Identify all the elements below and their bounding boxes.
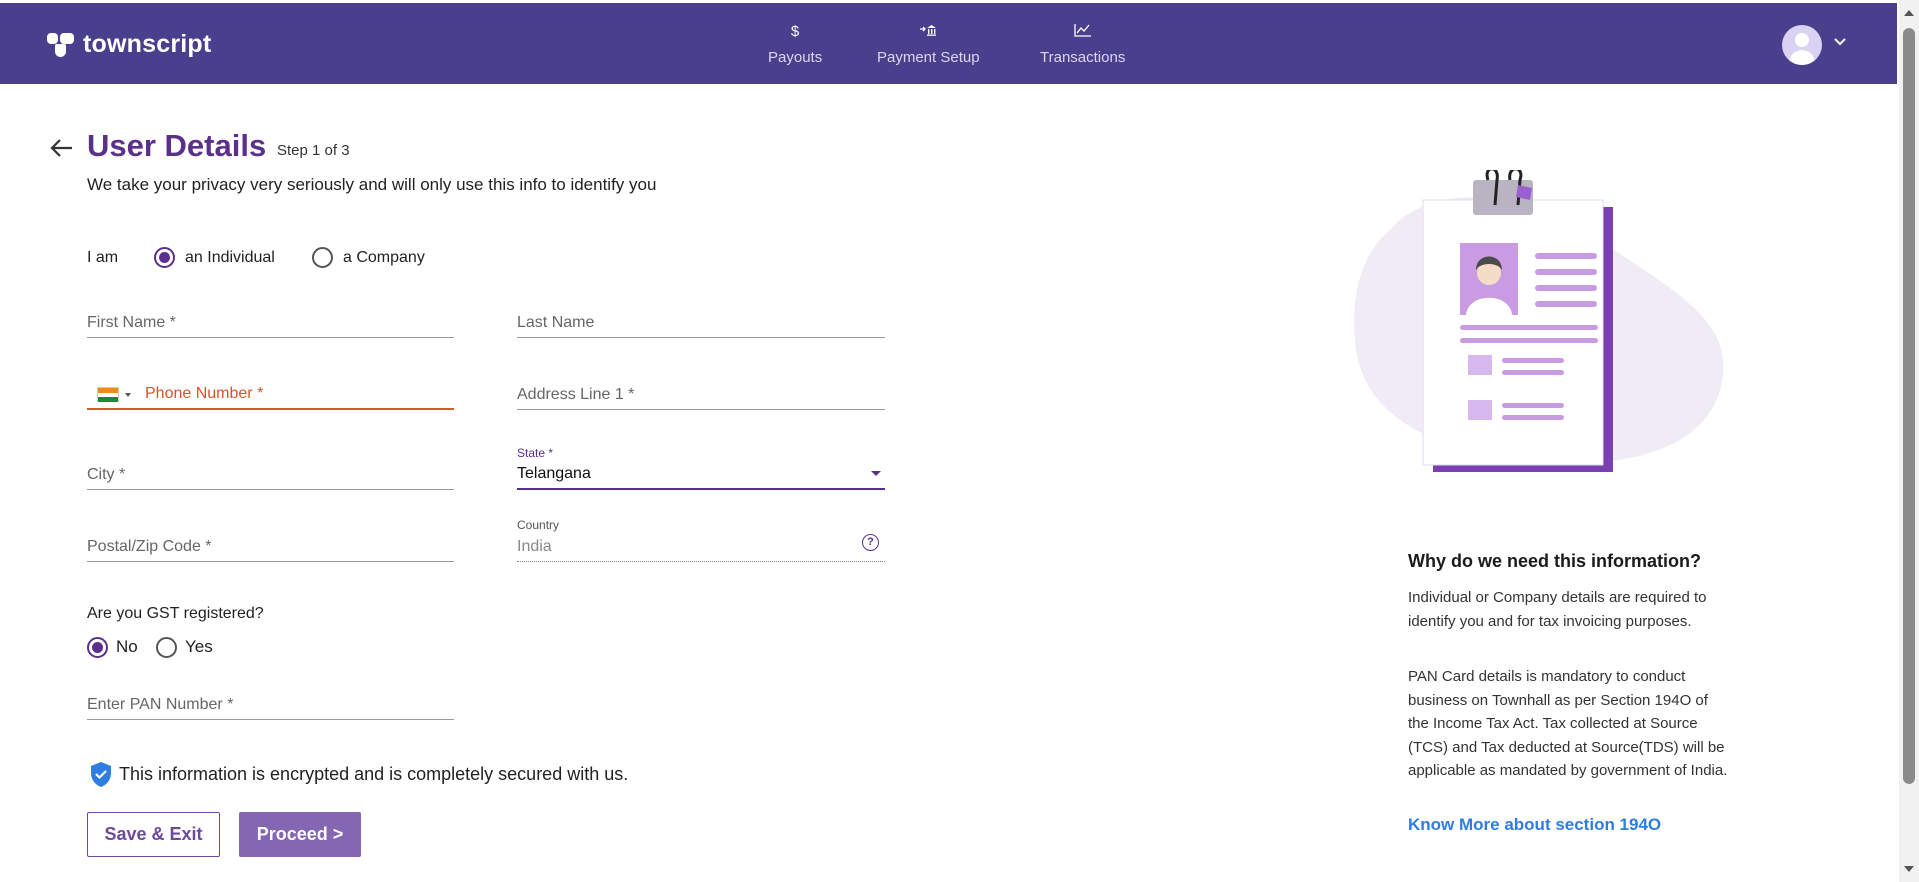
townscript-logo-icon — [47, 31, 77, 59]
last-name-field[interactable]: Last Name — [517, 308, 885, 338]
scroll-up-icon[interactable] — [1904, 10, 1914, 16]
chevron-down-icon[interactable] — [1832, 33, 1848, 49]
phone-number-placeholder: Phone Number * — [145, 385, 264, 402]
page-title: User Details — [87, 128, 267, 163]
i-am-label: I am — [87, 249, 119, 266]
gst-no-radio[interactable] — [87, 637, 108, 658]
dollar-icon: $ — [790, 23, 800, 40]
company-label[interactable]: a Company — [343, 249, 425, 267]
pan-number-field[interactable]: Enter PAN Number * — [87, 690, 454, 720]
save-exit-button[interactable]: Save & Exit — [87, 812, 220, 857]
country-label: Country — [517, 518, 560, 532]
nav-payment-setup-label: Payment Setup — [877, 49, 980, 66]
brand-logo[interactable]: townscript — [47, 30, 211, 59]
info-paragraph-1: Individual or Company details are requir… — [1408, 589, 1707, 630]
nav-payouts-label: Payouts — [768, 49, 823, 66]
user-avatar[interactable] — [1782, 25, 1822, 65]
individual-radio[interactable] — [154, 247, 175, 268]
state-value: Telangana — [517, 465, 591, 482]
proceed-button[interactable]: Proceed > — [239, 812, 361, 857]
pan-number-placeholder: Enter PAN Number * — [87, 696, 234, 713]
first-name-field[interactable]: First Name * — [87, 308, 454, 338]
scroll-thumb[interactable] — [1903, 28, 1915, 784]
step-indicator: Step 1 of 3 — [277, 142, 350, 159]
gst-no-label[interactable]: No — [116, 637, 138, 657]
info-title: Why do we need this information? — [1408, 551, 1702, 571]
security-note-text: This information is encrypted and is com… — [119, 764, 629, 784]
nav-payment-setup[interactable]: Payment Setup — [877, 23, 980, 66]
state-label: State * — [517, 446, 554, 460]
individual-label[interactable]: an Individual — [185, 249, 275, 267]
line-chart-icon — [1074, 23, 1092, 41]
country-field: India ? — [517, 532, 885, 562]
info-paragraph-2: PAN Card details is mandatory to conduct… — [1408, 668, 1728, 779]
page-scrollbar[interactable] — [1899, 0, 1919, 882]
scroll-down-icon[interactable] — [1904, 866, 1914, 872]
india-flag-icon[interactable] — [97, 387, 119, 402]
first-name-placeholder: First Name * — [87, 314, 176, 331]
brand-name: townscript — [83, 30, 212, 58]
security-note: This information is encrypted and is com… — [89, 761, 628, 788]
gst-yes-radio[interactable] — [156, 637, 177, 658]
id-card-illustration — [1354, 170, 1724, 472]
section-194o-link[interactable]: Know More about section 194O — [1408, 815, 1661, 835]
city-placeholder: City * — [87, 466, 126, 483]
nav-transactions[interactable]: Transactions — [1040, 23, 1125, 66]
phone-number-field[interactable]: Phone Number * — [87, 380, 454, 410]
help-icon[interactable]: ? — [862, 534, 879, 551]
dropdown-caret-icon — [871, 471, 881, 476]
postal-code-placeholder: Postal/Zip Code * — [87, 538, 212, 555]
bank-transfer-icon — [919, 23, 937, 41]
gst-yes-label[interactable]: Yes — [185, 637, 213, 657]
city-field[interactable]: City * — [87, 460, 454, 490]
top-navbar: townscript $ Payouts Payment Setup Trans… — [0, 3, 1897, 84]
last-name-placeholder: Last Name — [517, 314, 595, 331]
postal-code-field[interactable]: Postal/Zip Code * — [87, 532, 454, 562]
shield-check-icon — [91, 762, 111, 787]
country-value: India — [517, 538, 552, 555]
address-line1-field[interactable]: Address Line 1 * — [517, 380, 885, 410]
gst-question: Are you GST registered? — [87, 605, 264, 622]
state-select[interactable]: Telangana — [517, 460, 885, 490]
nav-payouts[interactable]: $ Payouts — [768, 23, 822, 66]
country-code-caret-icon[interactable] — [125, 393, 131, 397]
nav-transactions-label: Transactions — [1040, 49, 1126, 66]
page-subtitle: We take your privacy very seriously and … — [87, 175, 657, 194]
back-arrow-icon[interactable] — [50, 138, 74, 158]
address-line1-placeholder: Address Line 1 * — [517, 386, 635, 403]
company-radio[interactable] — [312, 247, 333, 268]
